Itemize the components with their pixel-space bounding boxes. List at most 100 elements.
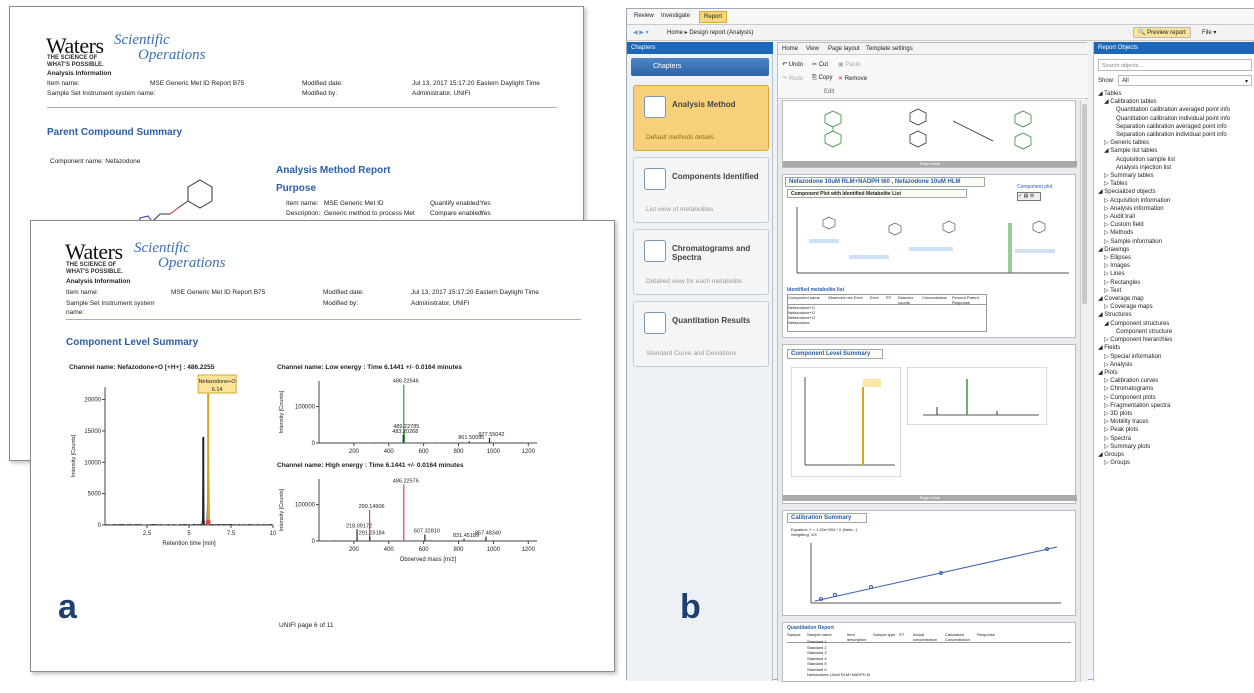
back-icon[interactable]: ◀ ▶ ▾ bbox=[633, 29, 649, 36]
tree-item[interactable]: ◢ Fields bbox=[1098, 344, 1230, 352]
section-title[interactable]: Nefazodone 10uM RLM+NADPH t60 , Nefazodo… bbox=[785, 177, 985, 187]
table-row: Nefazodone 10uM RLM+NADPH t0 bbox=[807, 672, 870, 678]
tree-item[interactable]: ▷ Peak plots bbox=[1098, 426, 1230, 434]
ribbon-tab-home[interactable]: Home bbox=[782, 46, 798, 52]
object-tree: ◢ Tables ◢ Calibration tables Quantitation… bbox=[1098, 90, 1230, 467]
copy-button[interactable]: ⎘ Copy bbox=[812, 75, 832, 82]
label: Modified date: bbox=[302, 79, 343, 88]
tree-item[interactable]: ▷ Analysis information bbox=[1098, 205, 1230, 213]
tab-review[interactable]: Review bbox=[634, 13, 654, 19]
label: Sample Set Instrument system bbox=[66, 299, 155, 308]
tree-item[interactable]: ▷ Custom field bbox=[1098, 221, 1230, 229]
chapter-quantitation[interactable]: Quantitation Results Standard Curve and … bbox=[633, 301, 769, 367]
ribbon-tab-template[interactable]: Template settings bbox=[866, 46, 913, 52]
cut-button[interactable]: ✂ Cut bbox=[812, 61, 828, 68]
tree-item[interactable]: ▷ Methods bbox=[1098, 229, 1230, 237]
tree-item[interactable]: ▷ Summary plots bbox=[1098, 443, 1230, 451]
tab-report[interactable]: Report bbox=[699, 11, 727, 23]
tree-item[interactable]: ▷ Sample information bbox=[1098, 238, 1230, 246]
tree-item[interactable]: ◢ Component structures bbox=[1098, 320, 1230, 328]
search-objects-input[interactable]: Search objects... bbox=[1098, 59, 1252, 71]
tree-item[interactable]: ▷ Spectra bbox=[1098, 435, 1230, 443]
chapter-components-identified[interactable]: Components Identified List view of metab… bbox=[633, 157, 769, 223]
tree-item[interactable]: ▷ Images bbox=[1098, 262, 1230, 270]
tree-item[interactable]: ◢ Groups bbox=[1098, 451, 1230, 459]
show-label: Show: bbox=[1098, 78, 1115, 84]
tree-item[interactable]: ▷ Groups bbox=[1098, 459, 1230, 467]
tree-item[interactable]: ▷ Component hierarchies bbox=[1098, 336, 1230, 344]
paste-button[interactable]: ▣ Paste bbox=[838, 61, 861, 68]
chapter-chromatograms[interactable]: Chromatograms and Spectra Detailed view … bbox=[633, 229, 769, 295]
tree-item[interactable]: Separation calibration averaged point in… bbox=[1098, 123, 1230, 131]
y-axis-label: Intensity [Counts] bbox=[279, 390, 285, 433]
peak-label: 483.20268 bbox=[392, 429, 418, 435]
x-tick-label: 5 bbox=[187, 531, 191, 537]
preview-report-button[interactable]: 🔍 Preview report bbox=[1133, 27, 1191, 38]
tree-item[interactable]: Separation calibration individual point … bbox=[1098, 131, 1230, 139]
tree-item[interactable]: ◢ Sample list tables bbox=[1098, 147, 1230, 155]
tree-item[interactable]: ▷ Ellipses bbox=[1098, 254, 1230, 262]
tree-item[interactable]: ◢ Specialized objects bbox=[1098, 188, 1230, 196]
tree-item[interactable]: ▷ Fragmentation spectra bbox=[1098, 402, 1230, 410]
tree-item[interactable]: ▷ Rectangles bbox=[1098, 279, 1230, 287]
tree-item[interactable]: ◢ Calibration tables bbox=[1098, 98, 1230, 106]
y-tick-label: 0 bbox=[98, 523, 102, 529]
undo-button[interactable]: ↶ Undo bbox=[782, 61, 803, 68]
structure-drawings bbox=[783, 101, 1077, 169]
ribbon-tab-view[interactable]: View bbox=[806, 46, 819, 52]
chapter-title: Components Identified bbox=[672, 172, 759, 181]
tree-item[interactable]: Acquisition sample list bbox=[1098, 156, 1230, 164]
breadcrumb[interactable]: Home ▸ Design report (Analysis) bbox=[667, 29, 753, 36]
scroll-thumb[interactable] bbox=[1082, 104, 1087, 304]
tree-item[interactable]: ▷ Component plots bbox=[1098, 394, 1230, 402]
report-page-front: Waters Scientific Operations THE SCIENCE … bbox=[30, 220, 615, 672]
tree-item[interactable]: ▷ Mobility traces bbox=[1098, 418, 1230, 426]
value: Administrator, UNIFI bbox=[411, 299, 470, 308]
remove-button[interactable]: ✕ Remove bbox=[838, 75, 867, 82]
tree-item[interactable]: ◢ Plots bbox=[1098, 369, 1230, 377]
ribbon-tab-page-layout[interactable]: Page layout bbox=[828, 46, 860, 52]
chapter-icon bbox=[644, 168, 666, 190]
tree-item[interactable]: ▷ Tables bbox=[1098, 180, 1230, 188]
tree-item[interactable]: Component structure bbox=[1098, 328, 1230, 336]
chapter-title: Quantitation Results bbox=[672, 316, 750, 325]
plot-toolbar[interactable]: ✓ ▤ ⚙ bbox=[1017, 192, 1041, 201]
tab-investigate[interactable]: Investigate bbox=[661, 13, 690, 19]
tree-item[interactable]: ◢ Coverage map bbox=[1098, 295, 1230, 303]
tree-item[interactable]: ▷ 3D plots bbox=[1098, 410, 1230, 418]
editor-scrollbar[interactable] bbox=[1080, 100, 1088, 682]
tree-item[interactable]: ◢ Structures bbox=[1098, 311, 1230, 319]
tree-item[interactable]: ▷ Analysis bbox=[1098, 361, 1230, 369]
tree-item[interactable]: ▷ Calibration curves bbox=[1098, 377, 1230, 385]
tree-item[interactable]: ▷ Summary tables bbox=[1098, 172, 1230, 180]
y-axis-label: Intensity [Counts] bbox=[279, 488, 285, 531]
label: Modified by: bbox=[302, 89, 337, 98]
tree-item[interactable]: ▷ Lines bbox=[1098, 270, 1230, 278]
show-select[interactable]: All ▾ bbox=[1118, 75, 1252, 86]
chapter-analysis-method[interactable]: Analysis Method Default methods details bbox=[633, 85, 769, 151]
x-tick-label: 1200 bbox=[522, 449, 536, 455]
tree-item[interactable]: ◢ Tables bbox=[1098, 90, 1230, 98]
section-subtitle[interactable]: Component Plot with Identified Metabolit… bbox=[787, 189, 967, 198]
annotation-value: 6.14 bbox=[212, 387, 223, 393]
tree-item[interactable]: Analysis injection list bbox=[1098, 164, 1230, 172]
section-title[interactable]: Calibration Summary bbox=[787, 513, 867, 523]
tree-item[interactable]: ▷ Special information bbox=[1098, 353, 1230, 361]
redo-button[interactable]: ↷ Redo bbox=[782, 75, 803, 82]
y-tick-label: 100000 bbox=[295, 503, 316, 509]
tree-item[interactable]: ▷ Chromatograms bbox=[1098, 385, 1230, 393]
tree-item[interactable]: ▷ Text bbox=[1098, 287, 1230, 295]
tree-item[interactable]: ▷ Audit trail bbox=[1098, 213, 1230, 221]
tree-item[interactable]: ◢ Drawings bbox=[1098, 246, 1230, 254]
tree-item[interactable]: ▷ Acquisition information bbox=[1098, 197, 1230, 205]
quant-table-rows: Standard 1 Standard 2 Standard 3 Standard 4… bbox=[807, 639, 870, 678]
tree-item[interactable]: Quantitation calibration averaged point … bbox=[1098, 106, 1230, 114]
tree-item[interactable]: ▷ Coverage maps bbox=[1098, 303, 1230, 311]
x-tick-label: 200 bbox=[349, 449, 360, 455]
editor-pane: Home View Page layout Template settings … bbox=[777, 42, 1087, 681]
component-summary-title: Component Level Summary bbox=[66, 337, 198, 348]
file-button[interactable]: File ▾ bbox=[1202, 29, 1216, 36]
tree-item[interactable]: Quantitation calibration individual poin… bbox=[1098, 115, 1230, 123]
tree-item[interactable]: ▷ Generic tables bbox=[1098, 139, 1230, 147]
section-title[interactable]: Component Level Summary bbox=[787, 349, 883, 359]
